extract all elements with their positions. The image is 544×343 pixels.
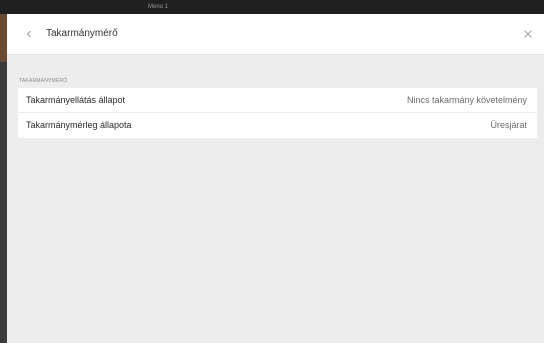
chevron-left-icon	[21, 26, 37, 42]
list-item-feed-supply-status[interactable]: Takarmányellátás állapot Nincs takarmány…	[18, 88, 537, 113]
row-value: Nincs takarmány követelmény	[406, 95, 527, 105]
settings-panel: Takarmánymérő TAKARMÁNYMÉRŐ Takarmányell…	[7, 14, 544, 343]
row-label: Takarmánymérleg állapota	[26, 120, 132, 130]
list-item-feed-balance-status[interactable]: Takarmánymérleg állapota Üresjárat	[18, 113, 537, 138]
panel-header: Takarmánymérő	[7, 14, 544, 55]
backdrop-side-accent	[0, 14, 7, 62]
row-value: Üresjárat	[490, 120, 527, 130]
section-label: TAKARMÁNYMÉRŐ	[19, 78, 68, 84]
panel-title: Takarmánymérő	[46, 28, 118, 39]
close-button[interactable]	[521, 27, 535, 41]
back-button[interactable]	[21, 26, 37, 42]
close-icon	[521, 27, 535, 41]
backdrop-side-strip	[0, 14, 7, 343]
backdrop-top-text: Menu 1	[148, 4, 169, 10]
settings-list: Takarmányellátás állapot Nincs takarmány…	[18, 88, 537, 138]
row-label: Takarmányellátás állapot	[26, 95, 126, 105]
